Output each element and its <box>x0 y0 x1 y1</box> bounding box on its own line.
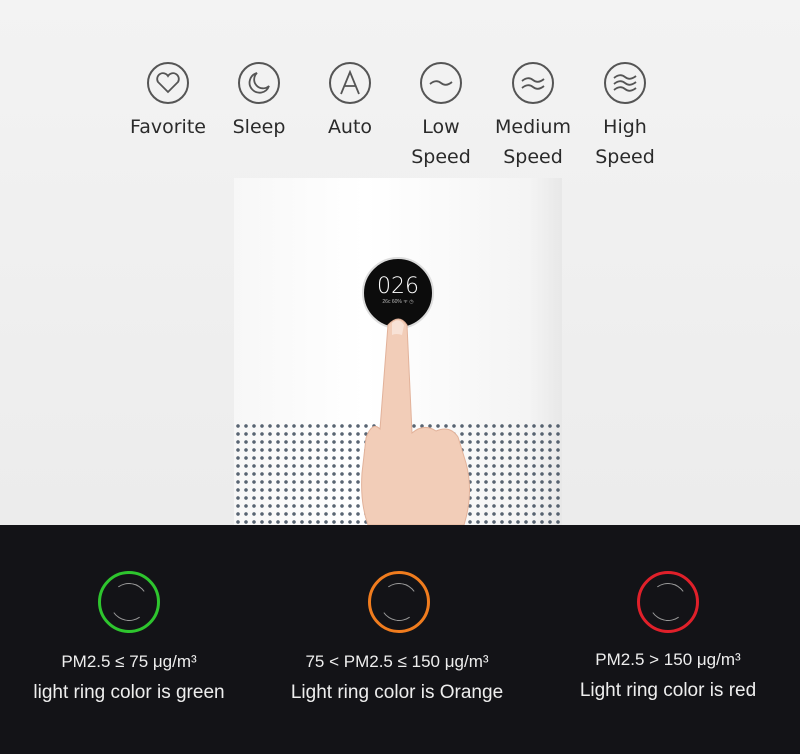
label-line2: Speed <box>595 146 655 168</box>
label-line1: Low <box>422 116 460 138</box>
double-wave-icon <box>512 62 554 104</box>
mode-auto: Auto <box>302 62 398 142</box>
status-readout: 26c 60% ᯤ ◷ <box>382 299 414 305</box>
label-line1: Medium <box>495 116 571 138</box>
mode-high-speed: High Speed <box>577 62 673 172</box>
heart-icon <box>147 62 189 104</box>
green-ring-icon <box>98 571 160 633</box>
moon-icon <box>238 62 280 104</box>
mode-favorite: Favorite <box>120 62 216 142</box>
single-wave-icon <box>420 62 462 104</box>
air-purifier: 026 26c 60% ᯤ ◷ <box>234 178 562 525</box>
pm-readout: 026 <box>377 274 419 299</box>
orange-ring-icon <box>368 571 430 633</box>
triple-wave-icon <box>604 62 646 104</box>
auto-a-icon <box>329 62 371 104</box>
light-ring-legend-panel <box>0 525 800 754</box>
red-ring-icon <box>637 571 699 633</box>
mode-sleep: Sleep <box>211 62 307 142</box>
mode-low-speed: Low Speed <box>393 62 489 172</box>
label-line2: Speed <box>411 146 471 168</box>
mode-medium-speed: Medium Speed <box>485 62 581 172</box>
label-line2: Speed <box>503 146 563 168</box>
hand <box>361 318 470 525</box>
label-line1: High <box>603 116 647 138</box>
